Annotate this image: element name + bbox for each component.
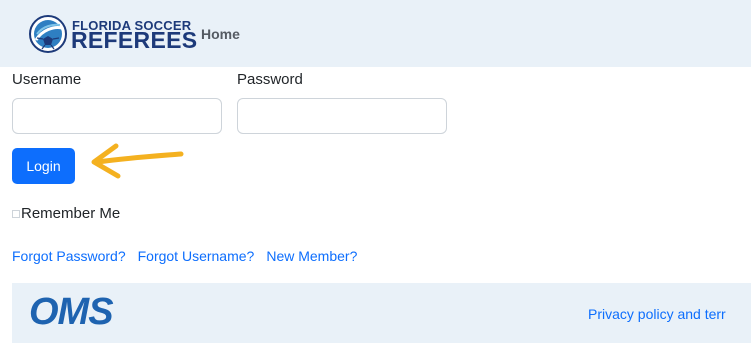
password-label: Password — [237, 71, 303, 88]
new-member-link[interactable]: New Member? — [266, 248, 357, 264]
login-button[interactable]: Login — [12, 148, 75, 184]
account-links: Forgot Password? Forgot Username? New Memb… — [12, 248, 369, 264]
nav-home-link[interactable]: Home — [201, 26, 240, 42]
soccer-ball-icon — [29, 15, 67, 53]
password-input[interactable] — [237, 98, 447, 134]
forgot-password-link[interactable]: Forgot Password? — [12, 248, 126, 264]
oms-logo: OMS — [29, 291, 114, 333]
remember-me-label: Remember Me — [21, 205, 121, 222]
username-input[interactable] — [12, 98, 222, 134]
username-label: Username — [12, 71, 82, 88]
header-navbar: FLORIDA SOCCER REFEREES Home — [0, 0, 751, 67]
arrow-pointing-left-icon — [91, 143, 184, 179]
remember-me-checkbox[interactable] — [12, 210, 20, 218]
forgot-username-link[interactable]: Forgot Username? — [138, 248, 255, 264]
privacy-policy-link[interactable]: Privacy policy and terr — [588, 306, 726, 322]
florida-soccer-referees-logo[interactable]: FLORIDA SOCCER REFEREES — [28, 14, 197, 54]
footer: OMS Privacy policy and terr — [12, 283, 751, 343]
logo-line2-text: REFEREES — [71, 27, 198, 53]
